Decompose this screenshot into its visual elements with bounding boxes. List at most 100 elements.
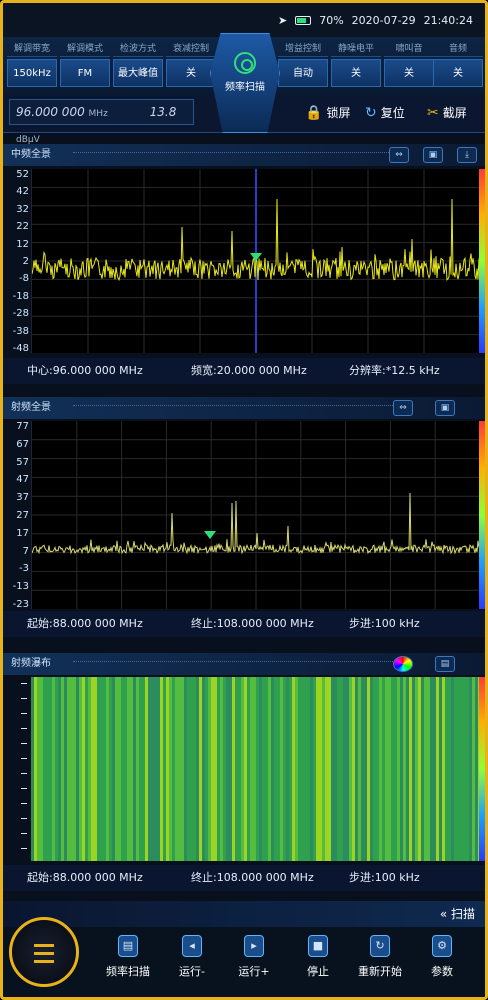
- waterfall-column: [151, 677, 154, 861]
- waterfall-column: [49, 677, 52, 861]
- param-audio[interactable]: 音频关: [433, 41, 483, 91]
- params-icon: ⚙: [432, 935, 452, 957]
- waterfall-column: [91, 677, 94, 861]
- menu-button[interactable]: [9, 917, 79, 987]
- y-tick-label: -3: [19, 563, 29, 575]
- waterfall-column: [388, 677, 391, 861]
- waterfall-column: [244, 677, 247, 861]
- waterfall-column: [409, 677, 412, 861]
- waterfall-column: [463, 677, 466, 861]
- y-tick-label: -23: [12, 599, 29, 610]
- param-howl[interactable]: 啸叫音关: [384, 41, 434, 91]
- waterfall-column: [415, 677, 418, 861]
- waterfall-column: [304, 677, 307, 861]
- rf-spectrum-plot[interactable]: [31, 421, 480, 609]
- level-value: 13.8: [149, 105, 177, 119]
- waterfall-column: [352, 677, 355, 861]
- y-tick-label: 12: [16, 238, 29, 250]
- scan-section-label: « 扫描: [439, 907, 475, 921]
- lock-icon[interactable]: ▣: [435, 400, 455, 416]
- run-plus-button[interactable]: ▸ 运行+: [223, 935, 285, 979]
- waterfall-column: [139, 677, 142, 861]
- lock-icon[interactable]: ▣: [423, 147, 443, 163]
- if-marker: [250, 253, 262, 261]
- param-attenuation[interactable]: 衰减控制关: [166, 41, 216, 91]
- waterfall-column: [100, 677, 103, 861]
- reset-button[interactable]: ↻ 复位: [365, 104, 405, 121]
- param-demod-bw[interactable]: 解调带宽 150kHz: [7, 41, 57, 91]
- stop-button[interactable]: ■ 停止: [287, 935, 349, 979]
- settings-icon[interactable]: ▤: [435, 656, 455, 672]
- export-icon[interactable]: ⤓: [457, 147, 477, 163]
- y-tick-mark: [21, 683, 27, 684]
- waterfall-column: [160, 677, 163, 861]
- palette-icon[interactable]: [393, 656, 413, 672]
- waterfall-column: [220, 677, 223, 861]
- waterfall-column: [205, 677, 208, 861]
- params-button[interactable]: ⚙ 参数: [411, 935, 473, 979]
- waterfall-column: [199, 677, 202, 861]
- waterfall-column: [424, 677, 427, 861]
- waterfall-column: [232, 677, 235, 861]
- waterfall-column: [334, 677, 337, 861]
- waterfall-column: [346, 677, 349, 861]
- waterfall-column: [469, 677, 472, 861]
- waterfall-column: [439, 677, 442, 861]
- waterfall-column: [349, 677, 352, 861]
- screenshot-button[interactable]: ✂ 截屏: [427, 104, 467, 121]
- waterfall-column: [115, 677, 118, 861]
- waterfall-column: [226, 677, 229, 861]
- y-tick-label: -13: [12, 581, 29, 593]
- wf-step: 步进:100 kHz: [349, 871, 420, 884]
- waterfall-column: [145, 677, 148, 861]
- if-rbw: 分辨率:*12.5 kHz: [349, 364, 440, 377]
- waterfall-column: [55, 677, 58, 861]
- scan-mode-hub[interactable]: 频率扫描: [210, 33, 280, 133]
- waterfall-column: [268, 677, 271, 861]
- waterfall-column: [184, 677, 187, 861]
- link-icon[interactable]: ⇔: [393, 400, 413, 416]
- waterfall-column: [403, 677, 406, 861]
- y-tick-mark: [21, 758, 27, 759]
- frequency-display[interactable]: 96.000 000 MHz 13.8 dBμV: [9, 99, 194, 145]
- waterfall-column: [253, 677, 256, 861]
- link-icon[interactable]: ⇔: [389, 147, 409, 163]
- y-tick-label: 22: [16, 221, 29, 233]
- waterfall-column: [343, 677, 346, 861]
- lock-button[interactable]: 🔒 锁屏: [305, 104, 350, 121]
- param-demod-mode[interactable]: 解调模式 FM: [60, 41, 110, 91]
- param-squelch[interactable]: 静噪电平关: [331, 41, 381, 91]
- waterfall-column: [202, 677, 205, 861]
- waterfall-column: [40, 677, 43, 861]
- waterfall-column: [274, 677, 277, 861]
- menu-icon: [12, 920, 76, 963]
- waterfall-column: [328, 677, 331, 861]
- waterfall-column: [466, 677, 469, 861]
- freq-scan-button[interactable]: ▤ 频率扫描: [97, 935, 159, 979]
- rf-spectrum-svg: [31, 421, 480, 609]
- param-detector[interactable]: 检波方式 最大峰值: [113, 41, 163, 91]
- param-gain[interactable]: 增益控制 自动: [278, 41, 328, 91]
- location-icon: ➤: [277, 13, 288, 27]
- y-tick-mark: [21, 833, 27, 834]
- waterfall-plot[interactable]: [31, 677, 481, 861]
- if-spectrum-plot[interactable]: [31, 169, 480, 353]
- y-tick-label: 42: [16, 186, 29, 198]
- waterfall-column: [448, 677, 451, 861]
- rf-marker: [204, 531, 216, 539]
- run-minus-button[interactable]: ◂ 运行-: [161, 935, 223, 979]
- lock-icon: 🔒: [305, 104, 323, 121]
- waterfall-column: [79, 677, 82, 861]
- restart-button[interactable]: ↻ 重新开始: [349, 935, 411, 979]
- stop-icon: ■: [308, 935, 328, 957]
- waterfall-column: [271, 677, 274, 861]
- waterfall-column: [286, 677, 289, 861]
- y-tick-mark: [21, 788, 27, 789]
- waterfall-column: [82, 677, 85, 861]
- y-tick-mark: [21, 773, 27, 774]
- y-tick-label: 52: [16, 169, 29, 180]
- waterfall-column: [73, 677, 76, 861]
- rf-panel-title: 射频全景: [11, 402, 51, 413]
- waterfall-y-axis: [3, 677, 31, 861]
- y-tick-label: 7: [22, 545, 29, 557]
